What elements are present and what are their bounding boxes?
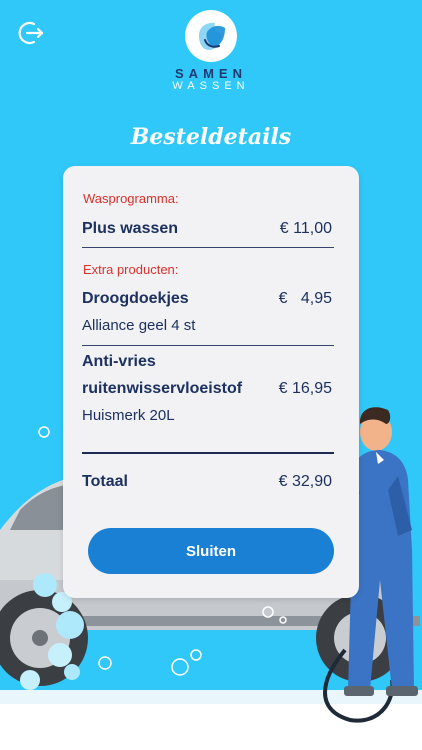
extra-item-name-line1: Anti-vries	[82, 353, 156, 370]
extras-section-label: Extra producten:	[83, 262, 179, 277]
program-price: € 11,00	[279, 220, 332, 237]
logo-badge	[185, 10, 237, 62]
program-section-label: Wasprogramma:	[83, 191, 179, 206]
total-price: € 32,90	[278, 473, 332, 490]
logout-button[interactable]	[16, 18, 46, 48]
total-divider	[82, 452, 334, 454]
logout-icon	[18, 21, 44, 45]
extra-item-price: € 4,95	[278, 290, 332, 307]
divider	[82, 345, 334, 346]
extra-item-subtitle: Alliance geel 4 st	[82, 317, 196, 334]
extra-item-subtitle: Huismerk 20L	[82, 407, 175, 424]
total-label: Totaal	[82, 473, 128, 490]
logo-drop-icon	[199, 22, 225, 50]
close-button[interactable]: Sluiten	[88, 528, 334, 574]
extra-item-price: € 16,95	[278, 380, 332, 397]
page-title: Besteldetails	[130, 124, 292, 150]
program-name: Plus wassen	[82, 220, 179, 237]
extra-item-name: Droogdoekjes	[82, 290, 189, 307]
brand-line-1: SAMEN	[175, 66, 247, 81]
extra-item-name-line2: ruitenwisservloeistof	[82, 380, 243, 397]
divider	[82, 247, 334, 248]
brand-line-2: WASSEN	[172, 80, 250, 92]
